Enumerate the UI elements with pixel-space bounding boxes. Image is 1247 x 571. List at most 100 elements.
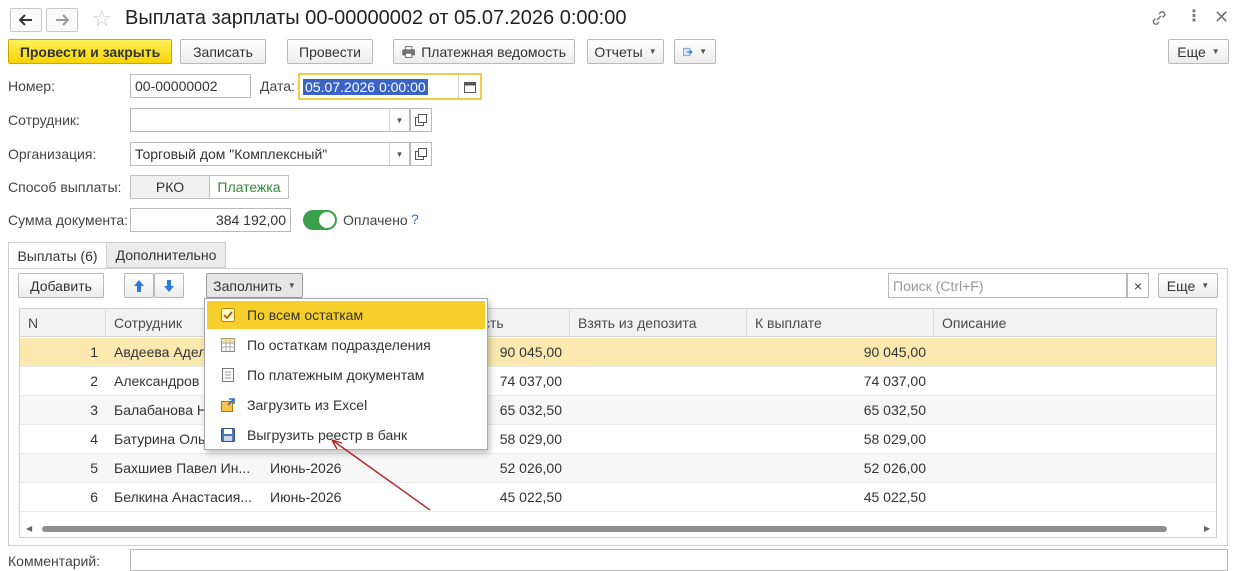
column-header-deposit[interactable]: Взять из депозита [570,309,747,337]
table-row[interactable]: 3 Балабанова На 65 032,50 65 032,50 [20,396,1216,425]
post-and-close-button[interactable]: Провести и закрыть [8,39,172,64]
table-row[interactable]: 2 Александров П 74 037,00 74 037,00 [20,367,1216,396]
create-based-on-button[interactable]: ▼ [674,39,716,64]
table-header: N Сотрудник сть Взять из депозита К выпл… [20,309,1216,337]
table-row[interactable]: 1 Авдеева Адел 90 045,00 90 045,00 [20,338,1216,367]
table-more-label: Еще [1166,277,1196,294]
scroll-left-icon[interactable]: ◀ [26,524,32,533]
favorite-star-icon[interactable]: ☆ [92,6,112,32]
help-icon[interactable]: ? [411,211,419,227]
menu-item-label: По всем остаткам [247,307,364,323]
row-deposit [570,396,747,425]
pay-method-rko-label: РКО [155,179,185,195]
employee-open-button[interactable] [410,108,432,132]
tab-additional[interactable]: Дополнительно [107,242,226,268]
link-icon[interactable] [1151,10,1167,26]
row-number: 4 [90,431,98,447]
organization-field[interactable]: Торговый дом "Комплексный" ▼ [130,142,410,166]
scrollbar-thumb[interactable] [42,526,1167,532]
more-vertical-icon[interactable]: ⋮ [1186,8,1202,26]
organization-value: Торговый дом "Комплексный" [135,146,328,162]
pay-method-option-order[interactable]: Платежка [210,175,289,199]
horizontal-scrollbar[interactable]: ◀ ▶ [20,521,1216,537]
pay-method-order-label: Платежка [217,179,281,195]
row-to-pay: 45 022,50 [863,489,926,505]
table-row[interactable]: 4 Батурина Ольг 58 029,00 58 029,00 [20,425,1216,454]
row-employee: Бахшиев Павел Ин... [114,460,251,476]
chevron-down-icon: ▼ [287,281,296,290]
fill-button[interactable]: Заполнить ▼ [206,273,303,298]
write-button[interactable]: Записать [180,39,266,64]
row-number: 5 [90,460,98,476]
chevron-down-icon[interactable]: ▼ [389,143,409,165]
row-employee: Белкина Анастасия... [114,489,252,505]
tab-payments[interactable]: Выплаты (6) [8,242,107,269]
sum-value: 384 192,00 [215,212,286,228]
search-input[interactable]: Поиск (Ctrl+F) [888,273,1127,298]
row-deposit [570,483,747,512]
move-down-button[interactable] [154,273,184,298]
fill-label: Заполнить [213,277,282,294]
row-number: 3 [90,402,98,418]
menu-item-load-excel[interactable]: Загрузить из Excel [207,391,485,419]
row-to-pay: 74 037,00 [863,373,926,389]
organization-open-button[interactable] [410,142,432,166]
search-clear-button[interactable]: × [1127,273,1149,298]
chevron-down-icon: ▼ [1201,281,1210,290]
tab-additional-label: Дополнительно [115,247,217,263]
floppy-save-icon [221,428,235,442]
column-header-description[interactable]: Описание [934,309,1216,337]
menu-item-all-balances[interactable]: По всем остаткам [207,301,485,329]
column-header-n[interactable]: N [20,309,106,337]
printer-icon [402,45,415,58]
row-to-pay: 52 026,00 [863,460,926,476]
annotation-arrow [331,439,431,511]
more-label: Еще [1177,43,1206,60]
row-deposit [570,454,747,483]
search-placeholder: Поиск (Ctrl+F) [893,277,984,294]
payment-sheet-label: Платежная ведомость [421,43,566,60]
calendar-icon[interactable] [458,75,480,98]
excel-import-icon [221,398,235,412]
employee-field[interactable]: ▼ [130,108,410,132]
reports-label: Отчеты [594,43,643,60]
table-row[interactable]: 5 Бахшиев Павел Ин... Июнь-2026 52 026,0… [20,454,1216,483]
payment-sheet-button[interactable]: Платежная ведомость [393,39,575,64]
column-header-to-pay[interactable]: К выплате [747,309,934,337]
date-value: 05.07.2026 0:00:00 [303,78,428,95]
employee-label: Сотрудник: [8,112,80,128]
add-button[interactable]: Добавить [18,273,104,298]
chevron-down-icon[interactable]: ▼ [389,109,409,131]
scroll-right-icon[interactable]: ▶ [1204,524,1210,533]
pay-method-label: Способ выплаты: [8,179,122,195]
sum-field[interactable]: 384 192,00 [130,208,291,232]
close-icon[interactable]: ✕ [1214,6,1229,28]
pay-method-option-rko[interactable]: РКО [130,175,210,199]
post-and-close-label: Провести и закрыть [19,43,161,60]
date-field[interactable]: 05.07.2026 0:00:00 [298,73,482,100]
table-more-button[interactable]: Еще ▼ [1158,273,1218,298]
organization-label: Организация: [8,146,97,162]
table-row[interactable]: 6 Белкина Анастасия... Июнь-2026 45 022,… [20,483,1216,512]
more-button[interactable]: Еще ▼ [1168,39,1229,64]
menu-item-department-balances[interactable]: По остаткам подразделения [207,331,485,359]
chevron-down-icon: ▼ [648,47,657,56]
arrow-right-icon [56,14,69,26]
move-up-button[interactable] [124,273,154,298]
back-button[interactable] [10,8,42,32]
row-number: 2 [90,373,98,389]
paid-label: Оплачено [343,212,408,228]
arrow-left-icon [19,14,32,26]
forward-button[interactable] [46,8,78,32]
menu-item-payment-documents[interactable]: По платежным документам [207,361,485,389]
number-label: Номер: [8,78,55,94]
reports-button[interactable]: Отчеты ▼ [587,39,664,64]
chevron-down-icon: ▼ [1211,47,1220,56]
number-field[interactable]: 00-00000002 [130,74,251,98]
post-button[interactable]: Провести [287,39,373,64]
arrow-down-icon [164,279,174,292]
open-form-icon [415,148,427,160]
paid-toggle[interactable] [303,210,337,230]
comment-label: Комментарий: [8,553,101,569]
add-label: Добавить [30,277,92,294]
